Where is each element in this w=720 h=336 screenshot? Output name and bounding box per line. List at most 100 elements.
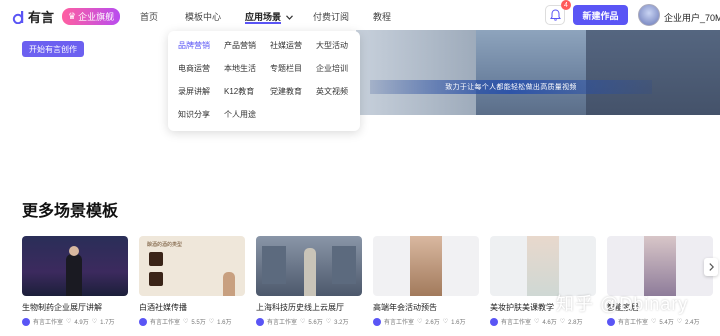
card-author: 有言工作室 [267, 320, 298, 326]
presenter-head [69, 246, 79, 256]
top-navigation-bar: 有言 ♛ 企业旗舰 首页 模板中心 应用场景 付费订阅 教程 4 新建作品 企业… [0, 0, 720, 32]
card-likes: 2.8万 [568, 320, 583, 326]
dropdown-item-product-marketing[interactable]: 产品营销 [224, 39, 270, 52]
dropdown-item-personal-use[interactable]: 个人用途 [224, 108, 270, 121]
card-meta: 有言工作室 ♡ 5.6万 ♡ 3.2万 [256, 317, 362, 326]
avatar[interactable] [638, 4, 660, 26]
nav-template-center[interactable]: 模板中心 [185, 10, 221, 23]
card-author: 有言工作室 [501, 320, 532, 326]
card-thumbnail [373, 236, 479, 296]
card-title: 高端年会活动预告 [373, 303, 437, 312]
card-likes: 3.2万 [334, 320, 349, 326]
template-card[interactable]: 生物制药企业展厅讲解 有言工作室 ♡ 4.9万 ♡ 1.7万 [22, 236, 128, 326]
dropdown-item-screen-recording[interactable]: 录屏讲解 [178, 85, 224, 98]
nav-subscription[interactable]: 付费订阅 [313, 10, 349, 23]
card-likes: 1.6万 [217, 320, 232, 326]
start-creation-button[interactable]: 开始有言创作 [22, 41, 84, 57]
presenter-figure [66, 254, 82, 296]
likes-icon: ♡ [442, 319, 449, 325]
card-views: 5.6万 [308, 320, 323, 326]
nav-scenarios-label: 应用场景 [245, 12, 282, 22]
card-views: 4.6万 [542, 320, 557, 326]
views-icon: ♡ [651, 319, 657, 325]
thumb-panel [332, 246, 356, 284]
chevron-right-icon [708, 263, 714, 271]
nav-home[interactable]: 首页 [140, 10, 158, 23]
views-icon: ♡ [534, 319, 540, 325]
dropdown-item-corporate-training[interactable]: 企业培训 [316, 62, 362, 75]
dropdown-item-local-life[interactable]: 本地生活 [224, 62, 270, 75]
dropdown-item-english-video[interactable]: 英文视频 [316, 85, 362, 98]
carousel-next-button[interactable] [704, 258, 718, 276]
user-name[interactable]: 企业用户_70MhI [664, 11, 720, 24]
dropdown-item-ecommerce[interactable]: 电商运营 [178, 62, 224, 75]
enterprise-badge-label: 企业旗舰 [78, 12, 115, 22]
views-icon: ♡ [183, 319, 189, 325]
crown-icon: ♛ [68, 11, 77, 21]
card-meta: 有言工作室 ♡ 5.4万 ♡ 2.4万 [607, 317, 713, 326]
card-author: 有言工作室 [150, 320, 181, 326]
card-thumbnail: 酿酒的酒的类型 [139, 236, 245, 296]
card-meta: 有言工作室 ♡ 5.5万 ♡ 1.6万 [139, 317, 245, 326]
author-logo-icon [373, 317, 381, 326]
card-thumbnail [256, 236, 362, 296]
card-author: 有言工作室 [33, 320, 64, 326]
hero-background-panel [586, 30, 720, 115]
scenarios-dropdown-menu: 品牌营销 产品营销 社媒运营 大型活动 电商运营 本地生活 专题栏目 企业培训 … [168, 31, 360, 131]
dropdown-item-knowledge-sharing[interactable]: 知识分享 [178, 108, 224, 121]
card-thumbnail [607, 236, 713, 296]
dropdown-item-brand-marketing[interactable]: 品牌营销 [178, 39, 224, 52]
card-likes: 1.6万 [451, 320, 466, 326]
card-title: 生物制药企业展厅讲解 [22, 303, 102, 312]
thumb-portrait [527, 236, 559, 296]
card-views: 4.9万 [74, 320, 89, 326]
dropdown-item-special-column[interactable]: 专题栏目 [270, 62, 316, 75]
card-likes: 1.7万 [100, 320, 115, 326]
template-card[interactable]: 高端年会活动预告 有言工作室 ♡ 2.6万 ♡ 1.6万 [373, 236, 479, 326]
nav-active-underline [245, 22, 281, 24]
card-thumbnail [22, 236, 128, 296]
template-card[interactable]: 酿酒的酒的类型 白酒社媒传播 有言工作室 ♡ 5.5万 ♡ 1.6万 [139, 236, 245, 326]
thumb-portrait [644, 236, 676, 296]
card-meta: 有言工作室 ♡ 2.6万 ♡ 1.6万 [373, 317, 479, 326]
dropdown-item-k12[interactable]: K12教育 [224, 85, 270, 98]
card-thumbnail [490, 236, 596, 296]
card-title: 白酒社媒传播 [139, 303, 187, 312]
thumb-image-block [149, 252, 163, 266]
author-logo-icon [490, 317, 498, 326]
template-card[interactable]: 上海科技历史线上云展厅 有言工作室 ♡ 5.6万 ♡ 3.2万 [256, 236, 362, 326]
author-logo-icon [256, 317, 264, 326]
card-meta: 有言工作室 ♡ 4.6万 ♡ 2.8万 [490, 317, 596, 326]
thumb-panel [262, 246, 286, 284]
watermark: 知乎 @Dbinary [556, 294, 689, 314]
presenter-figure [304, 248, 316, 296]
presenter-figure [223, 272, 235, 296]
logo[interactable]: 有言 ♛ 企业旗舰 [12, 7, 121, 26]
author-logo-icon [22, 317, 30, 326]
views-icon: ♡ [417, 319, 423, 325]
chevron-down-icon [285, 15, 293, 21]
author-logo-icon [139, 317, 147, 326]
notification-count-badge: 4 [561, 0, 571, 10]
dropdown-item-social-media[interactable]: 社媒运营 [270, 39, 316, 52]
author-logo-icon [607, 317, 615, 326]
likes-icon: ♡ [559, 319, 566, 325]
new-work-button[interactable]: 新建作品 [573, 5, 628, 25]
logo-icon [12, 10, 24, 24]
card-meta: 有言工作室 ♡ 4.9万 ♡ 1.7万 [22, 317, 128, 326]
card-views: 2.6万 [425, 320, 440, 326]
template-card-list: 生物制药企业展厅讲解 有言工作室 ♡ 4.9万 ♡ 1.7万 酿酒的酒的类型 白… [22, 236, 720, 336]
dropdown-item-large-events[interactable]: 大型活动 [316, 39, 362, 52]
thumb-image-block [149, 272, 163, 286]
likes-icon: ♡ [208, 319, 215, 325]
nav-tutorial[interactable]: 教程 [373, 10, 391, 23]
hero-slogan: 致力于让每个人都能轻松做出高质量视频 [370, 80, 652, 94]
likes-icon: ♡ [325, 319, 332, 325]
thumb-caption: 酿酒的酒的类型 [147, 242, 183, 248]
bell-icon [549, 9, 561, 21]
card-views: 5.4万 [659, 320, 674, 326]
hero-banner-image: 致力于让每个人都能轻松做出高质量视频 [356, 30, 720, 115]
card-author: 有言工作室 [618, 320, 649, 326]
dropdown-item-party-education[interactable]: 党建教育 [270, 85, 316, 98]
views-icon: ♡ [300, 319, 306, 325]
